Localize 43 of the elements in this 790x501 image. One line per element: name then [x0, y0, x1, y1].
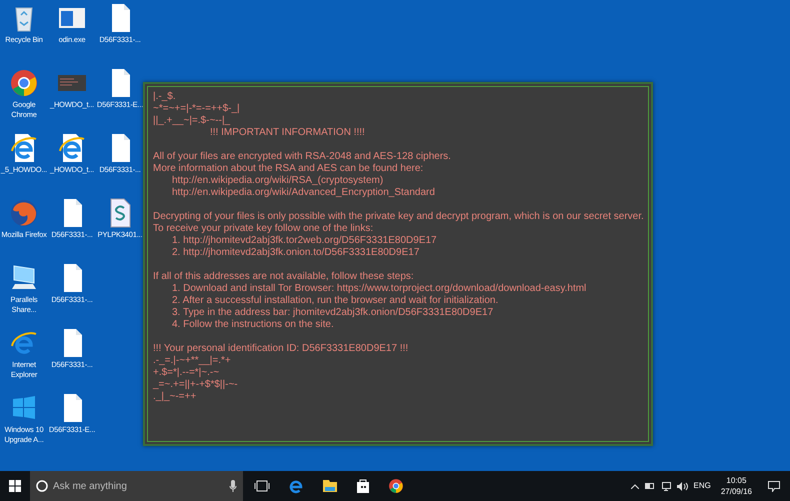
note-text-line: ~*=~+=|-*=-=++$-_| [153, 103, 241, 115]
note-text-line: More information about the RSA and AES can be found here: [153, 163, 424, 175]
chrome-icon [9, 68, 39, 98]
document-e-icon [9, 133, 39, 163]
document-e-icon [57, 133, 87, 163]
note-text-line: To receive your private key follow one of the links: [153, 223, 374, 235]
note-text-line: 1. Download and install Tor Browser: https://www.torproject.org/download/download-easy.html [171, 283, 588, 295]
speaker-icon[interactable] [676, 482, 688, 490]
clock[interactable]: 10:05 27/09/16 [716, 475, 756, 497]
note-text-line: .-_=.|-~+**__|=.*+ [153, 355, 232, 367]
folder-icon[interactable] [322, 479, 338, 493]
start-windows-icon[interactable] [9, 480, 21, 492]
note-text-line: ._|_~-=++ [153, 391, 198, 403]
note-text-line: 3. Type in the address bar: jhomitevd2abj3fk.onion/D56F3331E80D9E17 [171, 307, 494, 319]
notification-icon[interactable] [768, 480, 780, 492]
caret-up-icon[interactable] [630, 484, 639, 488]
microphone-icon[interactable] [229, 480, 237, 492]
network-icon[interactable] [660, 482, 671, 490]
note-text-line: _=~.+=||+-+$*$||-~- [153, 379, 239, 391]
note-text-line: |.-_$. [153, 91, 177, 103]
note-text-line: Decrypting of your files is only possible with the private key and decrypt program, which is on our secret server. [153, 211, 643, 223]
circle-icon [36, 480, 48, 492]
task-view-icon[interactable] [254, 479, 270, 493]
note-text-line: +.$=*|.--=*|~.-~ [153, 367, 220, 379]
note-text-line: 1. http://jhomitevd2abj3fk.tor2web.org/D56F3331E80D9E17 [171, 235, 438, 247]
note-text-line: http://en.wikipedia.org/wiki/RSA_(cryptosystem) [171, 175, 384, 187]
fox-globe-icon [9, 198, 39, 228]
note-text-line: http://en.wikipedia.org/wiki/Advanced_Encryption_Standard [171, 187, 436, 199]
note-text-line: All of your files are encrypted with RSA-2048 and AES-128 ciphers. [153, 151, 452, 163]
chrome-icon[interactable] [388, 478, 404, 494]
search-input[interactable]: Ask me anything [53, 478, 224, 494]
note-text-line: 2. After a successful installation, run the browser and wait for initialization. [171, 295, 500, 307]
note-text-line: 2. http://jhomitevd2abj3fk.onion.to/D56F3331E80D9E17 [171, 247, 420, 259]
search-box[interactable]: Ask me anything [30, 471, 243, 501]
battery-icon[interactable] [644, 483, 655, 489]
browser-e-icon[interactable] [288, 478, 304, 494]
note-text-line: If all of this addresses are not available, follow these steps: [153, 271, 415, 283]
language-indicator[interactable]: ENG [694, 480, 711, 492]
note-text-line: !!! IMPORTANT INFORMATION !!!! [209, 127, 366, 139]
note-text-line: ||_.+__~|=.$-~--|_ [153, 115, 232, 127]
shopping-bag-icon[interactable] [356, 478, 370, 494]
note-text-line: 4. Follow the instructions on the site. [171, 319, 335, 331]
note-text-line: !!! Your personal identification ID: D56F3331E80D9E17 !!! [153, 343, 410, 355]
